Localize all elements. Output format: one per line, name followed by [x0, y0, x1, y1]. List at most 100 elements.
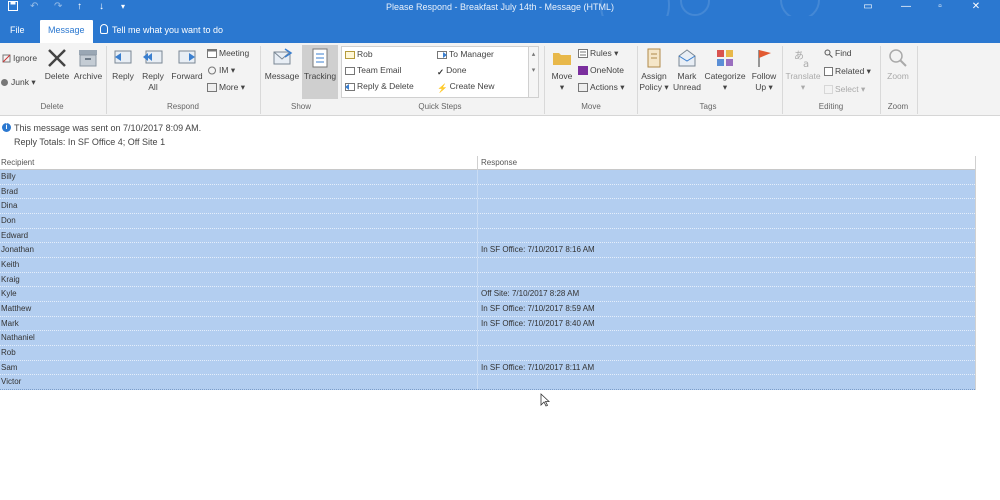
quick-step-team-email[interactable]: Team Email — [345, 65, 401, 78]
quick-step-label: Done — [446, 65, 467, 75]
table-row[interactable]: Mark In SF Office: 7/10/2017 8:40 AM — [0, 316, 975, 332]
mouse-cursor-icon — [540, 393, 551, 409]
table-row[interactable]: Kyle Off Site: 7/10/2017 8:28 AM — [0, 287, 975, 302]
quick-step-rob[interactable]: Rob — [345, 49, 373, 62]
zoom-label: Zoom — [887, 71, 909, 81]
group-separator — [782, 46, 783, 114]
info-icon: i — [2, 123, 11, 132]
meeting-button[interactable]: Meeting — [207, 48, 249, 61]
more-button[interactable]: More ▾ — [207, 82, 245, 95]
recipient-cell: Victor — [1, 377, 22, 387]
sent-info-text: This message was sent on 7/10/2017 8:09 … — [14, 123, 202, 133]
select-button[interactable]: Select ▾ — [824, 84, 865, 97]
find-button[interactable]: Find — [824, 48, 852, 61]
quick-steps-scroll[interactable]: ▴ ▾ — [529, 46, 539, 98]
group-label-editing: Editing — [818, 102, 844, 111]
related-button[interactable]: Related ▾ — [824, 66, 871, 79]
archive-button[interactable]: Archive — [72, 47, 104, 82]
assign-label-1: Assign — [641, 71, 667, 81]
table-row[interactable]: Matthew In SF Office: 7/10/2017 8:59 AM — [0, 301, 975, 317]
table-row[interactable]: Sam In SF Office: 7/10/2017 8:11 AM — [0, 360, 975, 376]
mark-label-1: Mark — [677, 71, 697, 81]
related-icon — [824, 67, 833, 79]
tracking-button[interactable]: Tracking — [302, 47, 338, 82]
message-view-label: Message — [264, 71, 300, 81]
table-row[interactable]: Keith — [0, 257, 975, 273]
quick-step-done[interactable]: ✓ Done — [437, 65, 466, 78]
assign-policy-button[interactable]: Assign Policy ▾ — [638, 47, 670, 93]
response-cell: In SF Office: 7/10/2017 8:16 AM — [481, 245, 595, 255]
rules-icon — [578, 49, 588, 61]
checkmark-icon: ✓ — [437, 67, 445, 77]
quick-step-to-manager[interactable]: To Manager — [437, 49, 494, 62]
reply-totals-text: Reply Totals: In SF Office 4; Off Site 1 — [14, 137, 166, 147]
search-icon — [824, 49, 833, 61]
table-row[interactable]: Rob — [0, 345, 975, 361]
follow-up-button[interactable]: Follow Up ▾ — [749, 47, 779, 93]
translate-button[interactable]: あa Translate ▾ — [784, 47, 822, 93]
categorize-button[interactable]: Categorize ▾ — [703, 47, 747, 93]
table-row[interactable]: Kraig — [0, 272, 975, 288]
reply-delete-icon — [345, 83, 355, 94]
zoom-magnifier-icon — [889, 49, 907, 67]
ignore-button[interactable]: Ignore — [2, 53, 37, 66]
table-body: Billy Brad Dina Don Edward Jonathan In SF… — [0, 170, 975, 390]
quick-step-label: Rob — [357, 49, 373, 59]
table-row[interactable]: Jonathan In SF Office: 7/10/2017 8:16 AM — [0, 243, 975, 258]
move-button[interactable]: Move ▾ — [548, 47, 576, 93]
message-view-button[interactable]: Message — [263, 47, 301, 82]
lightbulb-icon — [100, 24, 108, 34]
tell-me-text: Tell me what you want to do — [112, 25, 224, 35]
policy-icon — [647, 48, 661, 68]
group-label-quick-steps: Quick Steps — [418, 102, 462, 111]
tab-file[interactable]: File — [2, 20, 33, 43]
column-divider[interactable] — [477, 156, 478, 170]
table-row[interactable]: Victor — [0, 375, 975, 390]
recipient-cell: Jonathan — [1, 245, 34, 255]
tab-message[interactable]: Message — [40, 20, 93, 43]
minimize-icon[interactable]: — — [888, 0, 924, 16]
meeting-label: Meeting — [219, 48, 250, 58]
table-row[interactable]: Brad — [0, 184, 975, 200]
delete-x-icon — [48, 49, 66, 67]
table-row[interactable]: Don — [0, 213, 975, 229]
table-row[interactable]: Billy — [0, 170, 975, 185]
forward-label: Forward — [171, 71, 203, 81]
forward-button[interactable]: Forward — [170, 47, 204, 82]
onenote-button[interactable]: OneNote — [578, 65, 624, 78]
title-bar: ↶ ↷ ↑ ↓ ▾ Please Respond - Breakfast Jul… — [0, 0, 1000, 16]
column-header-response[interactable]: Response — [481, 158, 517, 167]
quick-step-create-new[interactable]: ⚡ Create New — [437, 81, 494, 94]
delete-button[interactable]: Delete — [42, 47, 72, 82]
column-header-recipient[interactable]: Recipient — [1, 158, 34, 167]
move-label: Move — [551, 71, 573, 81]
tracking-label: Tracking — [303, 71, 337, 81]
tell-me-search[interactable]: Tell me what you want to do — [100, 24, 223, 35]
translate-icon: あa — [794, 50, 809, 69]
reply-label: Reply — [112, 71, 134, 81]
junk-button[interactable]: Junk ▾ — [0, 77, 36, 90]
response-cell: In SF Office: 7/10/2017 8:11 AM — [481, 362, 595, 372]
zoom-button[interactable]: Zoom — [884, 47, 912, 82]
categorize-label: Categorize — [704, 71, 746, 81]
rules-button[interactable]: Rules ▾ — [578, 48, 618, 61]
mark-unread-button[interactable]: Mark Unread — [672, 47, 702, 93]
reply-button[interactable]: Reply — [110, 47, 136, 82]
actions-button[interactable]: Actions ▾ — [578, 82, 625, 95]
message-info-bar: i This message was sent on 7/10/2017 8:0… — [0, 121, 1000, 151]
recipient-cell: Matthew — [1, 303, 32, 313]
ribbon-display-icon[interactable]: ▭ — [850, 0, 886, 16]
svg-text:a: a — [803, 59, 809, 69]
reply-all-button[interactable]: Reply All — [139, 47, 167, 93]
maximize-icon[interactable]: ▫ — [922, 0, 958, 16]
table-row[interactable]: Dina — [0, 199, 975, 214]
table-right-border — [975, 156, 976, 390]
group-label-delete: Delete — [40, 102, 64, 111]
table-row[interactable]: Nathaniel — [0, 331, 975, 346]
tracking-table: Recipient Response Billy Brad Dina Don E… — [0, 156, 975, 390]
table-row[interactable]: Edward — [0, 228, 975, 244]
delete-label: Delete — [44, 71, 70, 81]
im-button[interactable]: IM ▾ — [207, 65, 235, 78]
close-icon[interactable]: ✕ — [958, 0, 994, 16]
quick-step-reply-delete[interactable]: Reply & Delete — [345, 81, 414, 94]
